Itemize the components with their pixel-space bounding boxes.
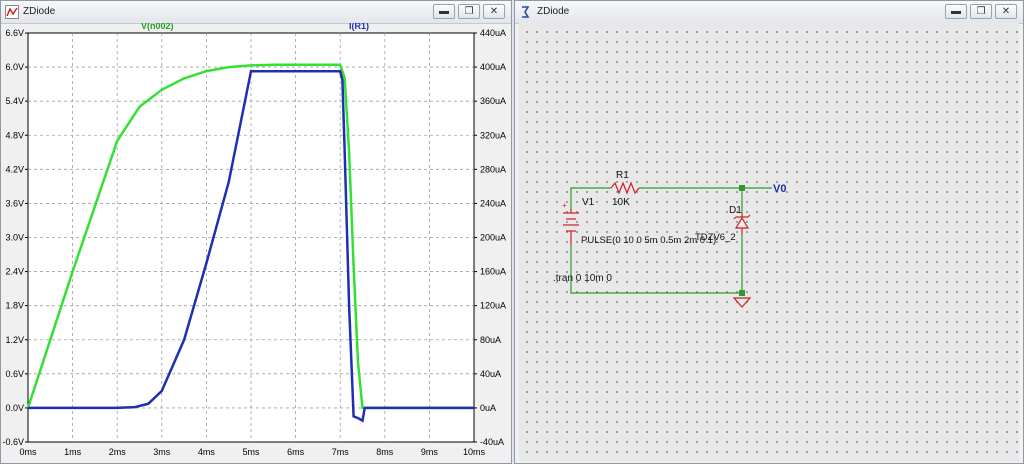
schematic-canvas[interactable]: R1 10K + V1 PULSE(0 10 0 5m 0.5m 2m 0 1) (519, 23, 1019, 461)
d1-model[interactable]: TDZV6_2 (695, 232, 736, 243)
net-label-v0[interactable]: V0 (773, 183, 786, 195)
left-tick-label: 0.0V (5, 403, 24, 413)
legend-i-r1[interactable]: I(R1) (349, 23, 369, 31)
x-tick-label: 8ms (376, 447, 394, 457)
right-tick-label: 440uA (480, 28, 506, 38)
x-tick-label: 10ms (463, 447, 486, 457)
resistor-r1-symbol[interactable] (610, 181, 640, 195)
x-tick-label: 6ms (287, 447, 305, 457)
left-tick-label: 4.2V (5, 164, 24, 174)
right-tick-label: 40uA (480, 369, 501, 379)
maximize-button[interactable]: ❐ (458, 4, 480, 19)
x-tick-label: 2ms (109, 447, 127, 457)
minimize-button[interactable]: ▬ (945, 4, 967, 19)
wire-bottom[interactable] (570, 245, 742, 294)
left-axis-tick-labels: 6.6V 6.0V 5.4V 4.8V 4.2V 3.6V 3.0V 2.4V 1.8V 1.2V… (2, 28, 28, 447)
schematic-icon (522, 6, 530, 18)
close-button[interactable]: ✕ (483, 4, 505, 19)
v1-plus-sign: + (562, 201, 567, 210)
r1-name[interactable]: R1 (616, 170, 629, 181)
legend-v-n002[interactable]: V(n002) (141, 23, 174, 31)
v1-name[interactable]: V1 (582, 197, 595, 208)
right-tick-label: 240uA (480, 198, 506, 208)
zener-diode-d1-symbol[interactable] (733, 213, 751, 235)
x-tick-label: 3ms (153, 447, 171, 457)
x-tick-label: 9ms (421, 447, 439, 457)
waveform-titlebar[interactable]: ZDiode ▬ ❐ ✕ (1, 1, 511, 24)
right-tick-label: 280uA (480, 164, 506, 174)
right-tick-label: 80uA (480, 335, 501, 345)
right-tick-label: 320uA (480, 130, 506, 140)
left-tick-label: 6.6V (5, 28, 24, 38)
r1-value[interactable]: 10K (612, 197, 630, 208)
simulation-directive[interactable]: .tran 0 10m 0 (553, 273, 612, 284)
right-tick-label: 200uA (480, 233, 506, 243)
waveform-window: ZDiode ▬ ❐ ✕ 0ms 1ms 2ms 3ms 4ms 5ms 6ms 7ms 8ms… (0, 0, 512, 464)
schematic-window: ZDiode ▬ ❐ ✕ R1 10K + V1 PULSE(0 10 0 5m… (514, 0, 1024, 464)
left-tick-label: 6.0V (5, 62, 24, 72)
waveform-window-title: ZDiode (23, 6, 56, 17)
x-tick-label: 4ms (198, 447, 216, 457)
right-tick-label: 0uA (480, 403, 496, 413)
right-tick-label: 400uA (480, 62, 506, 72)
left-tick-label: 0.6V (5, 369, 24, 379)
left-tick-label: 2.4V (5, 267, 24, 277)
left-tick-label: -0.6V (2, 437, 24, 447)
right-tick-label: 360uA (480, 96, 506, 106)
left-tick-label: 4.8V (5, 130, 24, 140)
right-tick-label: 160uA (480, 267, 506, 277)
x-axis-tick-labels: 0ms 1ms 2ms 3ms 4ms 5ms 6ms 7ms 8ms 9ms 10ms (19, 447, 485, 457)
x-tick-label: 7ms (332, 447, 350, 457)
waveform-plot[interactable]: 0ms 1ms 2ms 3ms 4ms 5ms 6ms 7ms 8ms 9ms 10ms 6.6V6… (1, 23, 511, 463)
left-tick-label: 3.6V (5, 198, 24, 208)
right-axis-tick-labels: 440uA 400uA 360uA 320uA 280uA 240uA 200uA 160uA… (474, 28, 506, 447)
left-tick-label: 1.8V (5, 301, 24, 311)
schematic-titlebar[interactable]: ZDiode ▬ ❐ ✕ (515, 1, 1023, 24)
left-tick-label: 1.2V (5, 335, 24, 345)
d1-name[interactable]: D1 (729, 205, 742, 216)
ground-icon[interactable] (732, 297, 752, 308)
right-tick-label: 120uA (480, 301, 506, 311)
close-button[interactable]: ✕ (995, 4, 1017, 19)
maximize-button[interactable]: ❐ (970, 4, 992, 19)
left-tick-label: 3.0V (5, 233, 24, 243)
x-tick-label: 5ms (242, 447, 260, 457)
junction-dot (739, 290, 745, 296)
left-tick-label: 5.4V (5, 96, 24, 106)
x-tick-label: 1ms (64, 447, 82, 457)
waveform-viewer-icon (5, 5, 19, 19)
voltage-source-v1-symbol[interactable] (563, 209, 579, 245)
schematic-window-title: ZDiode (537, 6, 570, 17)
right-tick-label: -40uA (480, 437, 504, 447)
x-tick-label: 0ms (19, 447, 37, 457)
junction-dot (739, 185, 745, 191)
minimize-button[interactable]: ▬ (433, 4, 455, 19)
